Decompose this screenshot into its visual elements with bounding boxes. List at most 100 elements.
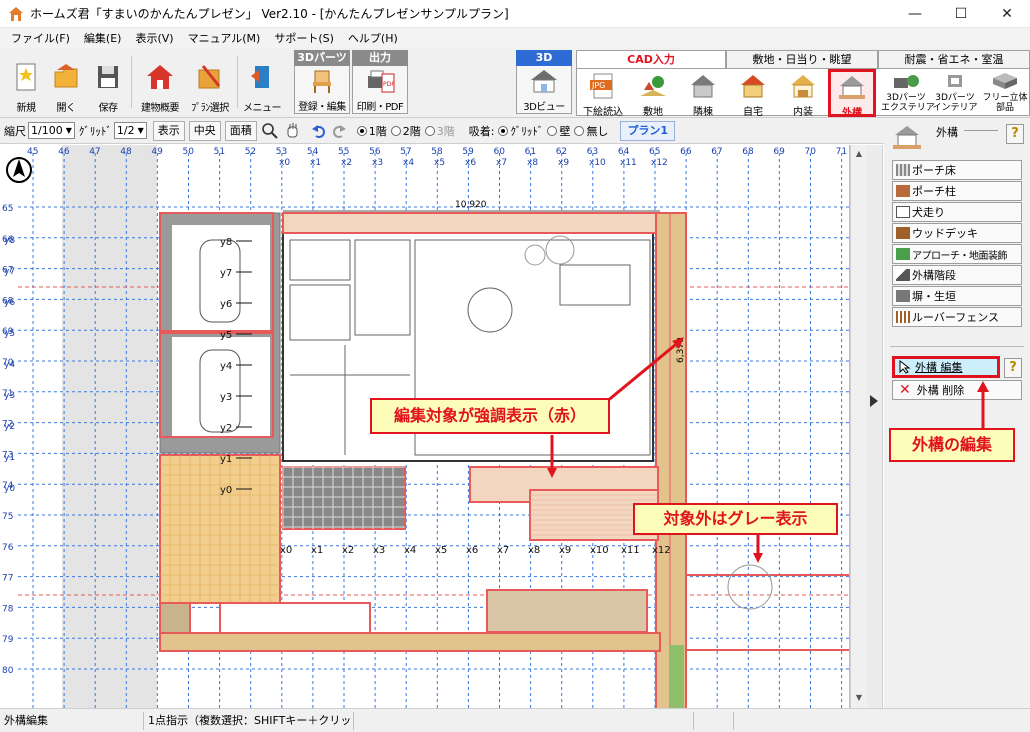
cad-exterior[interactable]: 外構 — [828, 69, 876, 119]
snap-none-radio[interactable]: 無し — [574, 123, 608, 139]
panel-splitter[interactable] — [867, 145, 883, 708]
zoom-icon[interactable] — [261, 122, 279, 140]
porch-pillar-icon — [896, 185, 910, 197]
cad-site[interactable]: 敷地 — [629, 71, 677, 118]
cad-3d-exterior[interactable]: 3Dパーツ エクステリア — [881, 71, 935, 115]
grid-label-top: 59 — [462, 147, 474, 157]
svg-text:PDF: PDF — [383, 81, 395, 88]
redo-icon[interactable] — [331, 123, 347, 139]
dimension-horizontal: 10,920 — [455, 200, 487, 210]
cad-3d-interior[interactable]: 3Dパーツ インテリア — [931, 71, 979, 115]
porch-pillar-button[interactable]: ポーチ柱 — [892, 181, 1022, 201]
undo-icon[interactable] — [311, 123, 327, 139]
grid-label-top: 49 — [151, 147, 163, 157]
print-pdf-button[interactable]: PDF 印刷・PDF — [352, 66, 408, 114]
floppy-disk-icon — [98, 66, 118, 88]
menu-bar: ファイル(F) 編集(E) 表示(V) マニュアル(M) サポート(S) ヘルプ… — [0, 28, 1030, 48]
snap-wall-radio[interactable]: 壁 — [547, 123, 570, 139]
wood-deck-button[interactable]: ウッドデッキ — [892, 223, 1022, 243]
cad-neighbor[interactable]: 隣棟 — [679, 71, 727, 118]
louver-fence-button[interactable]: ルーバーフェンス — [892, 307, 1022, 327]
folder-icon — [54, 64, 78, 88]
wall-hedge-button[interactable]: 塀・生垣 — [892, 286, 1022, 306]
view3d-button[interactable]: 3Dビュー — [516, 66, 572, 114]
view-toolbar: 縮尺 1/100 ▼ ｸﾞﾘｯﾄﾞ 1/2 ▼ 表示 中央 面積 1階 2階 3階 … — [0, 118, 1030, 144]
show-button[interactable]: 表示 — [152, 120, 185, 141]
maximize-button[interactable]: ☐ — [938, 0, 984, 28]
exterior-stairs-button[interactable]: 外構階段 — [892, 265, 1022, 285]
menu-help[interactable]: ヘルプ(H) — [341, 30, 405, 46]
grid-label-bottom-x: x0 — [280, 545, 292, 556]
help-icon[interactable]: ? — [1004, 358, 1022, 378]
porch-floor-button[interactable]: ポーチ床 — [892, 160, 1022, 180]
grid-label-top-x: x11 — [620, 158, 637, 168]
grid-select[interactable]: 1/2 ▼ — [113, 122, 147, 139]
grid-label-left: 77 — [2, 574, 13, 584]
floor1-radio[interactable]: 1階 — [356, 123, 387, 139]
grid-label-bottom-x: x4 — [404, 545, 416, 556]
grid-label-inner-y: y5 — [220, 330, 232, 341]
menu-edit[interactable]: 編集(E) — [77, 30, 129, 46]
pan-hand-icon[interactable] — [283, 122, 301, 140]
cursor-arrow-icon — [899, 360, 911, 374]
exterior-edit-button[interactable]: 外構 編集 — [892, 356, 1000, 378]
scale-select[interactable]: 1/100 ▼ — [28, 122, 75, 139]
snap-grid-radio[interactable]: ｸﾞﾘｯﾄﾞ — [498, 123, 543, 139]
building-overview-button[interactable]: 建物概要 — [134, 52, 186, 114]
save-button[interactable]: 保存 — [82, 52, 134, 114]
scroll-down-icon[interactable]: ▼ — [854, 693, 864, 703]
toolbar-separator — [131, 56, 132, 108]
tab-site-sun-view[interactable]: 敷地・日当り・眺望 — [726, 50, 878, 68]
approach-ground-icon — [896, 248, 910, 260]
grid-label-bottom-x: x9 — [559, 545, 571, 556]
grid-label-top-x: x0 — [279, 158, 290, 168]
callout-edit: 外構の編集 — [889, 428, 1015, 462]
menu-button[interactable]: メニュー — [236, 52, 288, 114]
plan-select-button[interactable]: ﾌﾟﾗﾝ選択 — [184, 52, 236, 114]
cad-load-underlay[interactable]: JPG 下絵読込 — [579, 71, 627, 118]
plan-tab[interactable]: プラン1 — [620, 120, 676, 141]
panel-title-rule — [964, 130, 998, 131]
cad-interior[interactable]: 内装 — [779, 71, 827, 118]
grid-label-bottom-x: x1 — [311, 545, 323, 556]
approach-ground-button[interactable]: アプローチ・地面装飾 — [892, 244, 1022, 264]
tab-quake-energy[interactable]: 耐震・省エネ・室温 — [878, 50, 1030, 68]
scroll-up-icon[interactable]: ▲ — [854, 149, 864, 159]
jpg-file-icon: JPG — [590, 73, 613, 99]
grid-label-top: 48 — [120, 147, 132, 157]
floor3-radio[interactable]: 3階 — [424, 123, 455, 139]
status-hint: 1点指示（複数選択：SHIFTキー＋クリック） — [144, 712, 354, 730]
collapse-arrow-icon[interactable] — [870, 395, 878, 407]
grid-label-left: 76 — [2, 543, 14, 553]
grid-label-inner-y: y1 — [220, 454, 232, 465]
cad-canvas[interactable]: 10,920 6,370 45 46 47 48 49 50 51 52 53 … — [0, 145, 850, 708]
cad-free-solid[interactable]: フリー立体 部品 — [981, 71, 1029, 115]
help-icon[interactable]: ? — [1006, 124, 1024, 144]
exterior-delete-button[interactable]: ✕ 外構 削除 — [892, 380, 1022, 400]
exit-door-icon — [251, 66, 269, 88]
tab-cad-input[interactable]: CAD入力 — [576, 50, 726, 68]
floor2-radio[interactable]: 2階 — [390, 123, 421, 139]
dog-run-button[interactable]: 犬走り — [892, 202, 1022, 222]
cad-own-house[interactable]: 自宅 — [729, 71, 777, 118]
menu-view[interactable]: 表示(V) — [128, 30, 180, 46]
grid-label-left-y: y2 — [4, 422, 15, 432]
grid-label-inner-y: y3 — [220, 392, 232, 403]
menu-file[interactable]: ファイル(F) — [4, 30, 77, 46]
parts3d-edit-button[interactable]: 登録・編集 — [294, 66, 350, 114]
panel-header: 外構 ? — [890, 122, 1024, 154]
vertical-scrollbar[interactable]: ▲ ▼ — [850, 145, 867, 708]
menu-manual[interactable]: マニュアル(M) — [181, 30, 268, 46]
grid-label-left: 79 — [2, 635, 14, 645]
menu-support[interactable]: サポート(S) — [267, 30, 341, 46]
radio-dot — [424, 125, 435, 136]
exterior-strip-top — [282, 212, 674, 234]
chevron-down-icon: ▼ — [65, 126, 72, 135]
grid-label-top: 57 — [400, 147, 411, 157]
close-button[interactable]: ✕ — [984, 0, 1030, 28]
center-button[interactable]: 中央 — [188, 120, 221, 141]
minimize-button[interactable]: — — [892, 0, 938, 28]
grid-label-top: 61 — [525, 147, 536, 157]
dog-run-icon — [896, 206, 910, 218]
area-button[interactable]: 面積 — [224, 120, 257, 141]
